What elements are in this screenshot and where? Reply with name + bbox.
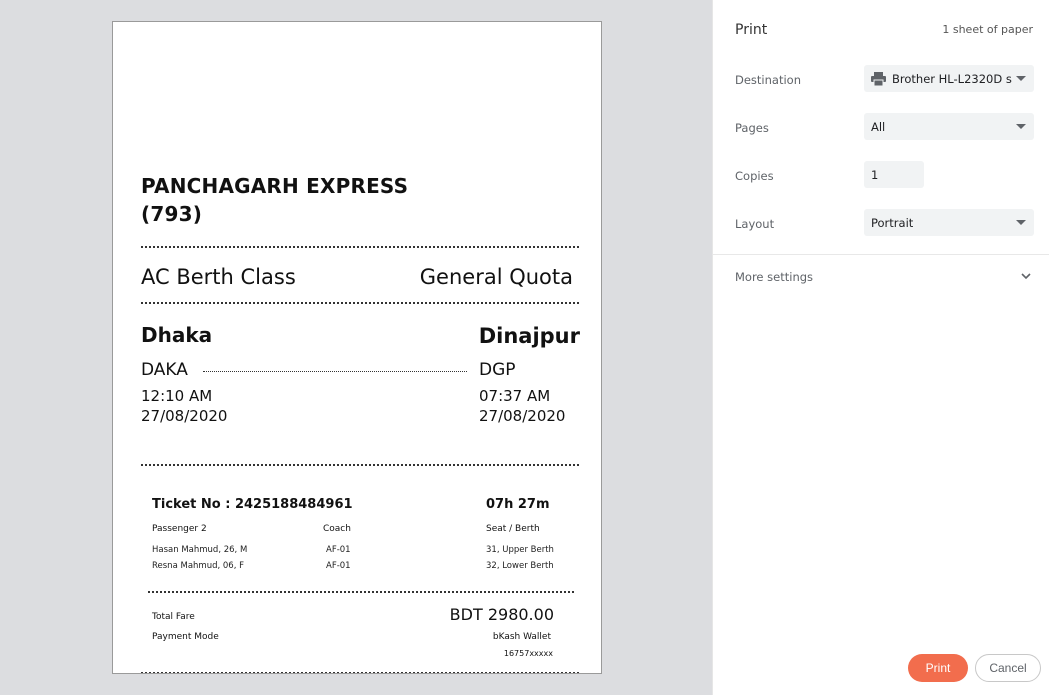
destination-city: Dinajpur xyxy=(478,324,580,348)
pages-select[interactable]: All xyxy=(864,113,1034,140)
origin-city: Dhaka xyxy=(141,323,213,347)
arrival-date: 27/08/2020 xyxy=(479,407,566,425)
departure-date: 27/08/2020 xyxy=(141,407,228,425)
passenger-header: Passenger 2 xyxy=(152,524,207,534)
passenger-name: Resna Mahmud, 06, F xyxy=(152,561,244,571)
copies-input[interactable]: 1 xyxy=(864,161,924,188)
passenger-coach: AF-01 xyxy=(326,561,351,571)
layout-value: Portrait xyxy=(871,215,914,230)
chevron-down-icon xyxy=(1016,220,1026,225)
pages-value: All xyxy=(871,119,886,134)
payment-mode: bKash Wallet xyxy=(492,632,551,642)
total-fare: BDT 2980.00 xyxy=(449,605,554,624)
copies-value: 1 xyxy=(871,167,879,182)
divider xyxy=(148,591,574,593)
printer-icon xyxy=(871,71,886,86)
layout-label: Layout xyxy=(735,217,775,231)
passenger-coach: AF-01 xyxy=(326,545,351,555)
divider xyxy=(141,246,579,248)
seat-header: Seat / Berth xyxy=(486,524,540,534)
chevron-down-icon xyxy=(1016,124,1026,129)
arrival-time-value: 07:37 AM xyxy=(479,387,551,405)
origin-code: DAKA xyxy=(141,360,188,380)
divider xyxy=(141,302,579,304)
divider xyxy=(141,672,579,673)
cancel-button[interactable]: Cancel xyxy=(975,654,1041,682)
chevron-down-icon xyxy=(1016,76,1026,81)
route-line xyxy=(203,371,467,372)
payment-mode-label: Payment Mode xyxy=(152,632,219,642)
layout-select[interactable]: Portrait xyxy=(864,209,1034,236)
berth-class: AC Berth Class xyxy=(141,265,296,289)
panel-title: Print xyxy=(735,22,768,38)
copies-label: Copies xyxy=(735,169,774,183)
print-button[interactable]: Print xyxy=(908,654,968,682)
destination-select[interactable]: Brother HL-L2320D s xyxy=(864,65,1034,92)
destination-code: DGP xyxy=(479,360,516,380)
passenger-name: Hasan Mahmud, 26, M xyxy=(152,545,248,555)
quota: General Quota xyxy=(419,265,573,289)
coach-header: Coach xyxy=(323,524,351,534)
print-settings-panel: Print 1 sheet of paper Destination Broth… xyxy=(712,0,1049,695)
print-preview-area: PANCHAGARH EXPRESS (793) AC Berth Class … xyxy=(0,0,712,695)
arrival-time: 07:37 AM 27/08/2020 xyxy=(479,386,565,426)
journey-duration: 07h 27m xyxy=(486,497,550,512)
payment-account: 16757xxxxx xyxy=(503,649,553,658)
destination-value: Brother HL-L2320D s xyxy=(892,71,1012,86)
divider xyxy=(141,464,579,466)
departure-time: 12:10 AM 27/08/2020 xyxy=(141,386,227,426)
destination-label: Destination xyxy=(735,73,801,87)
train-name: PANCHAGARH EXPRESS (793) xyxy=(141,174,409,226)
expand-chevron-icon[interactable] xyxy=(1019,268,1033,282)
departure-time-value: 12:10 AM xyxy=(141,387,213,405)
ticket-number: Ticket No : 2425188484961 xyxy=(152,497,353,512)
passenger-seat: 32, Lower Berth xyxy=(486,561,554,571)
passenger-seat: 31, Upper Berth xyxy=(486,545,554,555)
more-settings-toggle[interactable]: More settings xyxy=(735,270,813,284)
panel-divider xyxy=(713,254,1049,255)
ticket-page: PANCHAGARH EXPRESS (793) AC Berth Class … xyxy=(112,21,602,674)
total-fare-label: Total Fare xyxy=(152,612,195,622)
pages-label: Pages xyxy=(735,121,769,135)
sheet-count: 1 sheet of paper xyxy=(942,23,1033,36)
